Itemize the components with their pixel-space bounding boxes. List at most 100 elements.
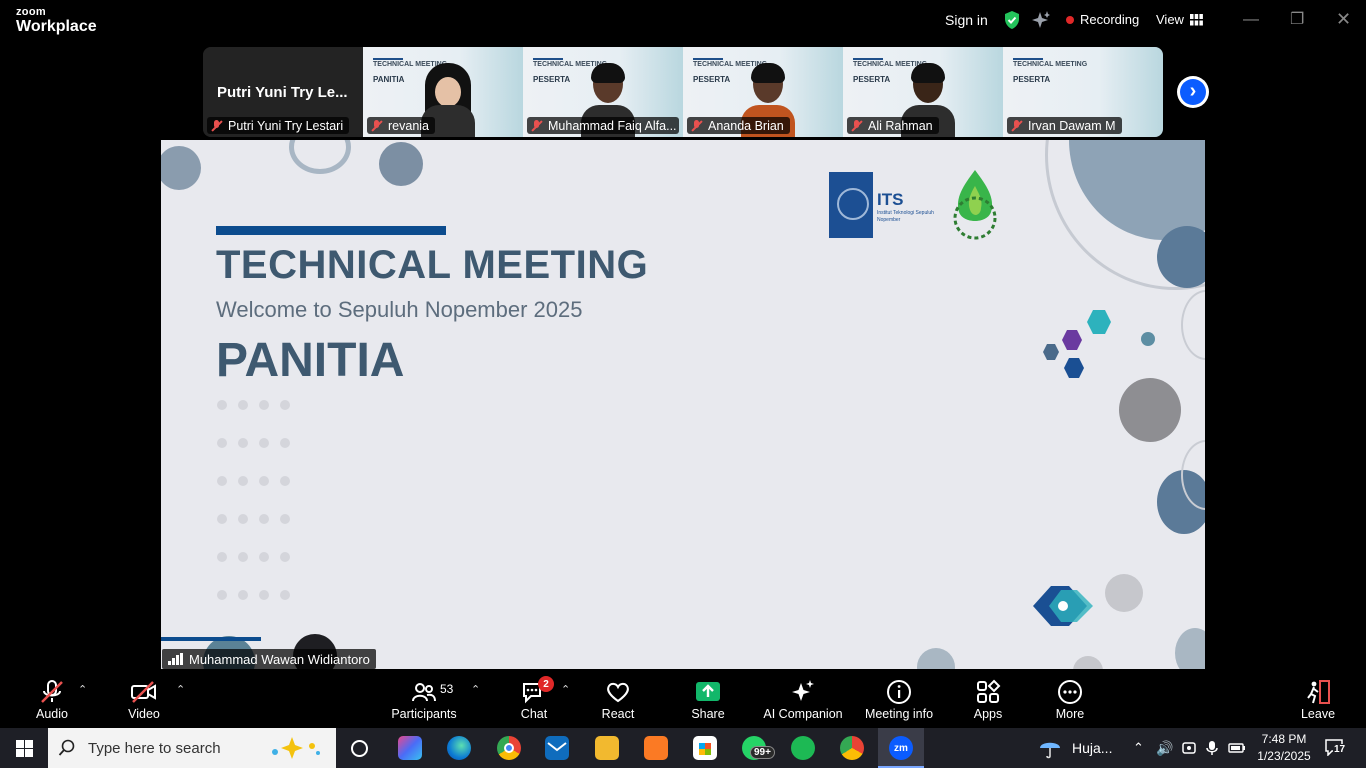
taskbar-search-box[interactable]: Type here to search — [48, 728, 336, 768]
chat-options-caret-icon[interactable]: ⌃ — [561, 683, 570, 696]
task-view-icon[interactable] — [351, 740, 368, 757]
slide-mini-role: PESERTA — [1013, 75, 1051, 84]
clock-time: 7:48 PM — [1261, 732, 1307, 746]
decor-circle — [917, 648, 955, 669]
apps-label: Apps — [973, 707, 1003, 721]
participant-name: Ali Rahman — [868, 118, 933, 133]
decor-circle — [1119, 378, 1181, 442]
next-page-button[interactable]: › — [1177, 76, 1209, 108]
chrome-app-icon[interactable] — [497, 736, 521, 760]
more-button[interactable]: More — [1048, 669, 1092, 728]
store-app-icon[interactable] — [693, 736, 717, 760]
battery-icon[interactable] — [1228, 728, 1246, 768]
react-button[interactable]: React — [596, 669, 640, 728]
participant-strip: Putri Yuni Try Le... Putri Yuni Try Lest… — [203, 47, 1163, 137]
maximize-icon[interactable]: ❐ — [1290, 9, 1304, 29]
participant-tile[interactable]: TECHNICAL MEETING PESERTA Muhammad Faiq … — [523, 47, 683, 137]
weather-text: Huja... — [1072, 740, 1113, 756]
ai-companion-label: AI Companion — [763, 707, 843, 721]
diamond-logo-icon — [1033, 586, 1093, 626]
mic-muted-icon — [531, 119, 543, 132]
video-label: Video — [128, 707, 160, 721]
its-shield-icon — [829, 172, 873, 238]
close-icon[interactable]: ✕ — [1336, 9, 1351, 30]
more-icon — [1057, 679, 1083, 705]
chat-button[interactable]: 2 Chat — [512, 669, 556, 728]
show-hidden-icons-chevron-icon[interactable]: ⌃ — [1133, 728, 1144, 768]
slide-bar — [533, 58, 563, 60]
view-button[interactable]: View — [1156, 12, 1203, 27]
decor-circle — [379, 142, 423, 186]
decor-circle — [1073, 656, 1103, 669]
participant-label: Muhammad Faiq Alfa... — [527, 117, 679, 134]
leave-label: Leave — [1300, 707, 1336, 721]
camera-status-icon[interactable] — [1182, 728, 1196, 768]
active-speaker-name: Putri Yuni Try Le... — [217, 84, 348, 101]
participant-label: Irvan Dawam M — [1007, 117, 1122, 134]
recording-label: Recording — [1080, 12, 1140, 27]
participant-name: Ananda Brian — [708, 118, 784, 133]
share-button[interactable]: Share — [686, 669, 730, 728]
mail-app-icon[interactable] — [545, 736, 569, 760]
windows-taskbar: Type here to search 99+ zm Huja... ⌃ 🔊 7… — [0, 728, 1366, 768]
participant-tile[interactable]: TECHNICAL MEETING PANITIA revania — [363, 47, 523, 137]
meeting-info-button[interactable]: Meeting info — [862, 669, 936, 728]
participant-tile[interactable]: TECHNICAL MEETING PESERTA Ali Rahman — [843, 47, 1003, 137]
signal-strength-icon — [168, 653, 183, 665]
edge-app-icon[interactable] — [447, 736, 471, 760]
windows-start-icon[interactable] — [16, 740, 33, 757]
mic-muted-icon — [211, 119, 223, 132]
video-button[interactable]: Video — [122, 669, 166, 728]
slide-mini-role: PESERTA — [853, 75, 891, 84]
event-logo-icon — [953, 170, 997, 240]
participants-button[interactable]: 53 Participants — [390, 669, 458, 728]
zoom-taskbar-button[interactable]: zm — [878, 728, 924, 768]
notification-center-button[interactable]: 17 — [1324, 738, 1347, 757]
ai-companion-button[interactable]: AI Companion — [762, 669, 844, 728]
participant-tile[interactable]: TECHNICAL MEETING PESERTA Ananda Brian — [683, 47, 843, 137]
leave-button[interactable]: Leave — [1296, 669, 1340, 728]
minimize-icon[interactable]: — — [1243, 11, 1259, 29]
recording-indicator[interactable]: Recording — [1066, 12, 1139, 27]
speaker-volume-icon[interactable]: 🔊 — [1156, 728, 1173, 768]
xampp-app-icon[interactable] — [644, 736, 668, 760]
notification-count: 17 — [1333, 744, 1347, 755]
encryption-shield-icon[interactable] — [1003, 10, 1021, 30]
video-options-caret-icon[interactable]: ⌃ — [176, 683, 185, 696]
participant-tile[interactable]: Putri Yuni Try Le... Putri Yuni Try Lest… — [203, 47, 363, 137]
apps-button[interactable]: Apps — [966, 669, 1010, 728]
microphone-status-icon[interactable] — [1206, 728, 1218, 768]
audio-options-caret-icon[interactable]: ⌃ — [78, 683, 87, 696]
chrome-profile-app-icon[interactable] — [840, 736, 864, 760]
decor-ring — [289, 140, 351, 174]
share-screen-icon — [695, 679, 721, 705]
slide-bar — [693, 58, 723, 60]
recording-dot-icon — [1066, 15, 1074, 24]
weather-widget[interactable]: Huja... — [1038, 728, 1112, 768]
main-video[interactable]: TECHNICAL MEETING Welcome to Sepuluh Nop… — [161, 140, 1205, 669]
slide-bar — [1013, 58, 1043, 60]
audio-button[interactable]: Audio — [30, 669, 74, 728]
participant-tile[interactable]: TECHNICAL MEETING PESERTA Irvan Dawam M — [1003, 47, 1163, 137]
chat-label: Chat — [520, 707, 548, 721]
video-off-icon — [130, 679, 158, 705]
participant-name: Irvan Dawam M — [1028, 118, 1116, 133]
hexagon-cluster-icon — [1043, 310, 1111, 378]
copilot-app-icon[interactable] — [398, 736, 422, 760]
spotify-app-icon[interactable] — [791, 736, 815, 760]
participants-options-caret-icon[interactable]: ⌃ — [471, 683, 480, 696]
participant-label: Putri Yuni Try Lestari — [207, 117, 350, 134]
participant-label: Ali Rahman — [847, 117, 939, 134]
file-explorer-app-icon[interactable] — [595, 736, 619, 760]
meeting-info-label: Meeting info — [864, 707, 934, 721]
leave-icon — [1305, 679, 1331, 705]
search-icon — [58, 739, 75, 756]
ai-sparkle-icon[interactable] — [1031, 10, 1051, 30]
participant-name: revania — [388, 118, 429, 133]
sign-in-button[interactable]: Sign in — [945, 12, 988, 28]
zoom-logo: zoom Workplace — [16, 7, 97, 36]
meeting-toolbar: Audio ⌃ Video ⌃ 53 Participants ⌃ 2 Chat… — [0, 669, 1366, 728]
dot-grid — [217, 400, 297, 640]
taskbar-clock[interactable]: 7:48 PM 1/23/2025 — [1250, 731, 1318, 765]
audio-label: Audio — [36, 707, 68, 721]
